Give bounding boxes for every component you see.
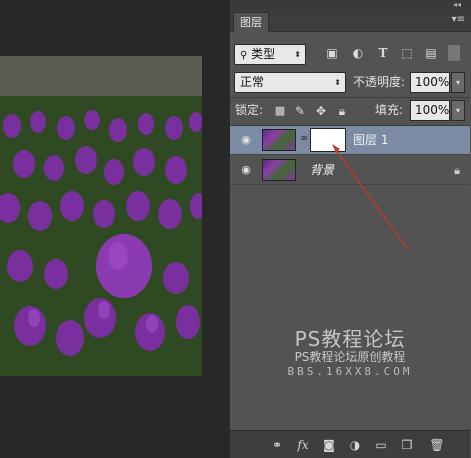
filter-kind-label: 类型 [251, 47, 276, 61]
opacity-label: 不透明度: [353, 75, 406, 89]
new-layer-icon[interactable]: ❐ [398, 437, 416, 453]
lock-paint-icon[interactable]: ✎ [292, 103, 308, 119]
fill-input[interactable]: 100% [410, 100, 450, 121]
search-icon: ⚲ [240, 50, 248, 61]
divider [230, 97, 470, 98]
chevron-down-icon: ⬍ [334, 78, 341, 87]
layer-row-background[interactable]: ◉ 背景 🔒︎ [230, 156, 470, 185]
adjustment-filter-icon[interactable]: ◐ [350, 45, 366, 61]
layer-name[interactable]: 背景 [310, 156, 334, 185]
filter-kind-select[interactable]: ⚲ 类型 ⬍ [234, 44, 306, 65]
layer-mask-thumbnail[interactable] [310, 128, 346, 152]
collapse-panel-icon[interactable]: ◂◂ [453, 0, 461, 10]
watermark-url: BBS.16XX8.COM [287, 365, 413, 378]
panel-tabs: 图层 ▾≡ [230, 10, 471, 32]
blend-mode-select[interactable]: 正常 ⬍ [234, 72, 346, 93]
shape-filter-icon[interactable]: ⬚ [399, 45, 415, 61]
lock-position-icon[interactable]: ✥ [313, 103, 329, 119]
opacity-dropdown[interactable]: ▾ [451, 72, 465, 93]
layer-thumbnail[interactable] [262, 129, 296, 151]
image-filter-icon[interactable]: ▣ [324, 45, 340, 61]
filter-row: ⚲ 类型 ⬍ ▣ ◐ T ⬚ ▤ [230, 43, 470, 67]
text-filter-icon[interactable]: T [375, 45, 391, 61]
mask-link-icon[interactable]: ∞ [300, 133, 308, 147]
layers-list: ◉ ∞ 图层 1 ◉ 背景 🔒︎ PS教程论坛 PS教程论坛原创教程 BBS.1… [230, 125, 470, 430]
layers-bottom-bar: ⚭ fx ◙ ◑ ▭ ❐ 🗑︎ [230, 430, 470, 458]
lock-row: 锁定: ▩ ✎ ✥ 🔒︎ 填充: 100% ▾ [230, 99, 470, 123]
trash-icon[interactable]: 🗑︎ [428, 437, 446, 453]
blend-mode-label: 正常 [240, 75, 265, 89]
document-canvas[interactable] [0, 0, 229, 458]
lock-all-icon[interactable]: 🔒︎ [334, 103, 350, 119]
fill-label: 填充: [375, 103, 404, 117]
link-layers-icon[interactable]: ⚭ [268, 437, 286, 453]
chevron-down-icon: ⬍ [294, 50, 301, 59]
blend-row: 正常 ⬍ 不透明度: 100% ▾ [230, 71, 470, 95]
layers-panel: ◂◂ 图层 ▾≡ ⚲ 类型 ⬍ ▣ ◐ T ⬚ ▤ 正常 ⬍ 不透明度: 100… [229, 0, 471, 458]
fill-dropdown[interactable]: ▾ [451, 100, 465, 121]
tulip-photo[interactable] [0, 56, 202, 376]
layer-thumbnail[interactable] [262, 159, 296, 181]
layer-row-1[interactable]: ◉ ∞ 图层 1 [230, 126, 470, 155]
filter-toggle-icon[interactable] [448, 45, 460, 61]
lock-icon: 🔒︎ [454, 164, 460, 177]
lock-pixels-icon[interactable]: ▩ [272, 103, 288, 119]
new-group-icon[interactable]: ▭ [372, 437, 390, 453]
adjustment-layer-icon[interactable]: ◑ [346, 437, 364, 453]
watermark-subtitle: PS教程论坛原创教程 [294, 350, 406, 364]
smart-object-filter-icon[interactable]: ▤ [423, 45, 439, 61]
tulip-photo-graphic [0, 56, 202, 376]
eye-icon[interactable]: ◉ [238, 133, 254, 147]
lock-label: 锁定: [235, 103, 264, 117]
layer-name[interactable]: 图层 1 [353, 126, 388, 155]
tab-layers[interactable]: 图层 [233, 12, 269, 32]
eye-icon[interactable]: ◉ [238, 163, 254, 177]
add-mask-icon[interactable]: ◙ [320, 437, 338, 453]
panel-topbar: ◂◂ [230, 0, 471, 10]
fx-icon[interactable]: fx [294, 437, 312, 453]
opacity-input[interactable]: 100% [410, 72, 450, 93]
panel-menu-icon[interactable]: ▾≡ [452, 14, 465, 25]
